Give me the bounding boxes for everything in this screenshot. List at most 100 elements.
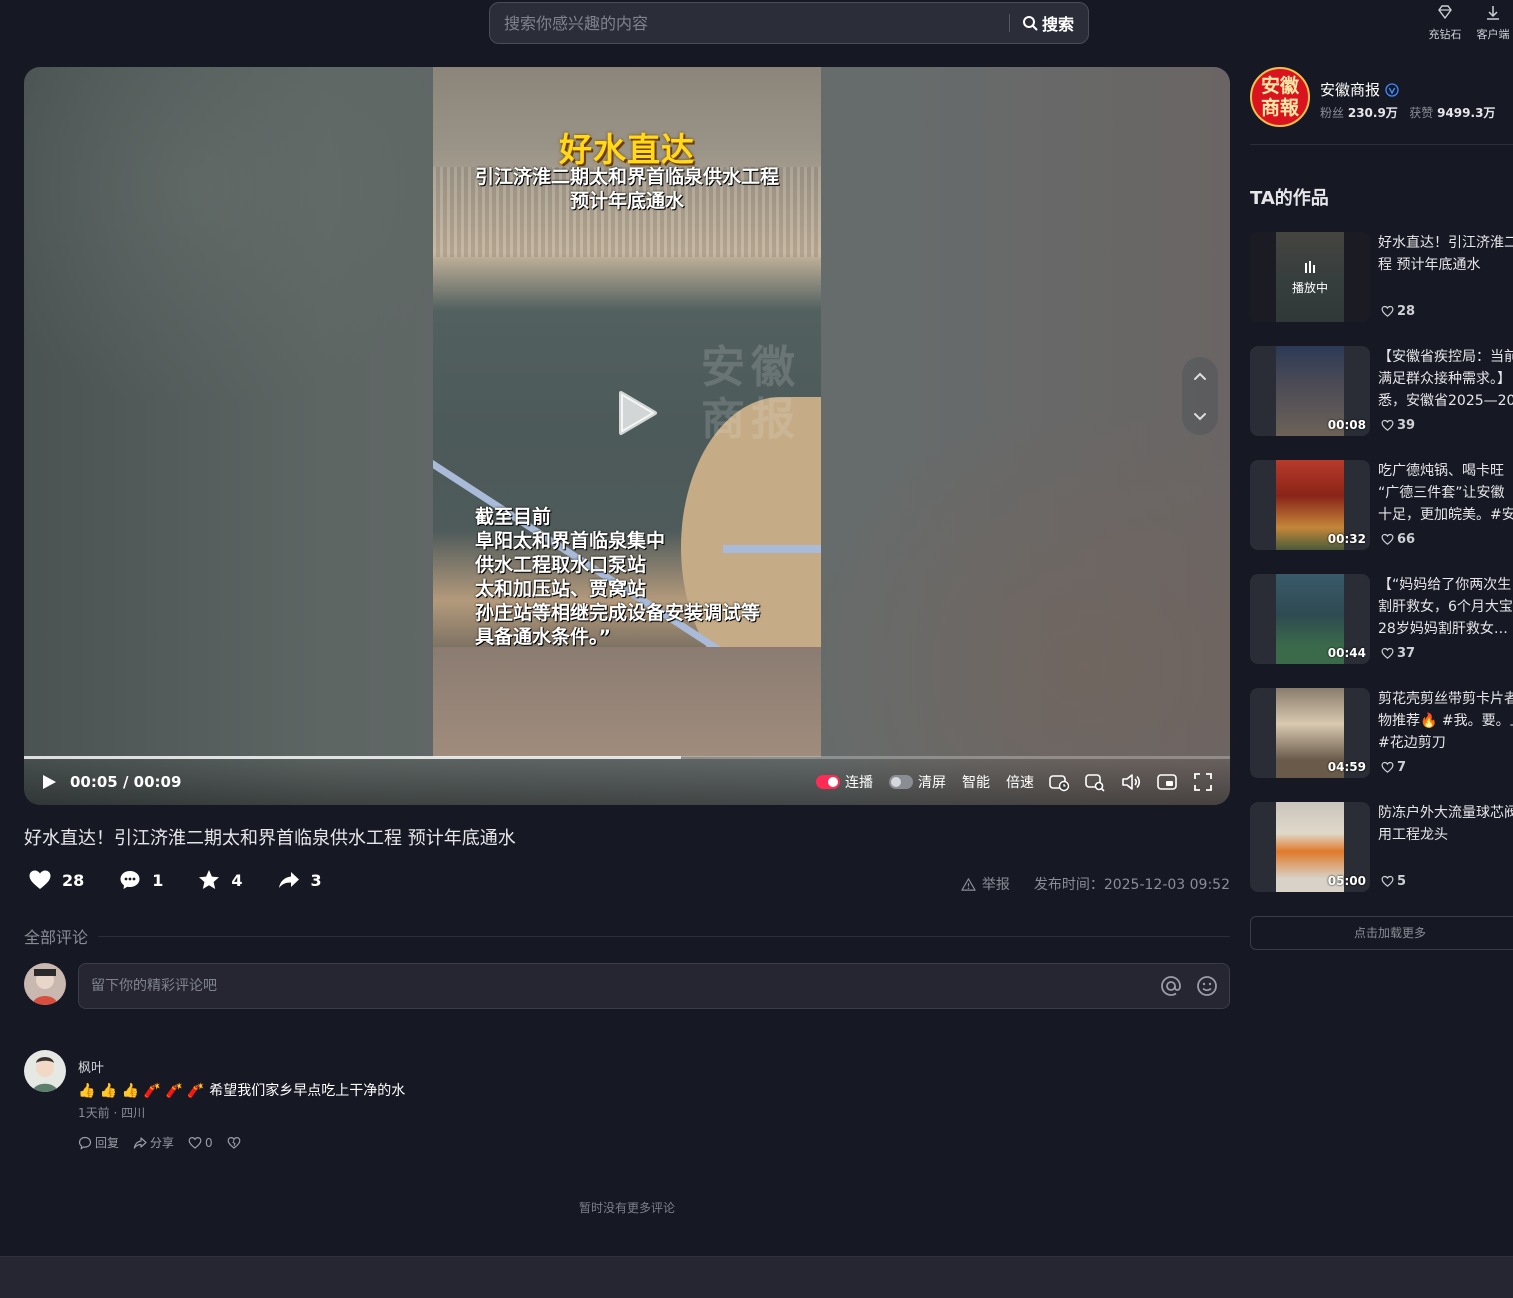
comment-input[interactable] <box>91 978 1147 994</box>
play-icon[interactable] <box>40 773 58 791</box>
overlay-subtitle-line-2: 预计年底通水 <box>569 190 684 212</box>
heart-icon <box>29 870 51 889</box>
heart-icon <box>1381 533 1394 545</box>
caption-line: 悉，安徽省2025—20 <box>1378 393 1513 409</box>
work-item[interactable]: 05:00 防冻户外大流量球芯阀 用工程龙头 5 <box>1250 802 1513 892</box>
work-item[interactable]: 00:08 【安徽省疾控局：当前 满足群众接种需求。】 悉，安徽省2025—20… <box>1250 346 1513 436</box>
smart-button[interactable]: 智能 <box>962 772 990 792</box>
caption-line: 好水直达！引江济淮二 <box>1378 235 1513 251</box>
work-caption: 【“妈妈给了你两次生 割肝救女，6个月大宝 28岁妈妈割肝救女… <box>1378 574 1513 640</box>
work-duration: 00:32 <box>1327 532 1366 546</box>
no-more-comments: 暂时没有更多评论 <box>578 1201 675 1215</box>
comment-like-button[interactable]: 0 <box>188 1134 213 1151</box>
fullscreen-icon[interactable] <box>1192 771 1214 793</box>
heart-icon <box>1381 305 1394 317</box>
reply-button[interactable]: 回复 <box>78 1134 119 1151</box>
caption-line: 防冻户外大流量球芯阀 <box>1378 805 1513 821</box>
caption-line: #花边剪刀 <box>1378 735 1446 751</box>
video-overlay-body: 截至目前 阜阳太和界首临泉集中 供水工程取水口泵站 太和加压站、贾窝站 孙庄站等… <box>475 505 760 647</box>
author-name-row[interactable]: 安徽商报 <box>1320 79 1399 100</box>
heart-icon <box>188 1136 202 1149</box>
post-meta: 举报 发布时间：2025-12-03 09:52 <box>961 874 1230 894</box>
sidebar: 安徽商報 安徽商报 粉丝 230.9万 获赞 9499.3万 TA的作品 播放中… <box>1250 67 1513 967</box>
work-likes: 28 <box>1381 304 1415 319</box>
favorite-count: 4 <box>231 870 243 890</box>
author-avatar[interactable]: 安徽商報 <box>1250 67 1310 127</box>
clear-screen-toggle[interactable]: 清屏 <box>889 772 946 792</box>
search-box: 搜索 <box>489 2 1089 44</box>
my-avatar[interactable] <box>24 963 66 1005</box>
chevron-down-icon[interactable] <box>1190 406 1210 426</box>
smart-label: 智能 <box>962 775 990 791</box>
work-thumbnail: 00:44 <box>1250 574 1370 664</box>
video-overlay-title: 好水直达 <box>559 130 695 169</box>
work-duration: 00:08 <box>1327 418 1366 432</box>
work-item[interactable]: 00:44 【“妈妈给了你两次生 割肝救女，6个月大宝 28岁妈妈割肝救女… 3… <box>1250 574 1513 664</box>
report-button[interactable]: 举报 <box>961 874 1010 894</box>
watermark-line-1: 安徽 <box>701 342 801 393</box>
avatar-image <box>24 1050 66 1092</box>
load-more-button[interactable]: 点击加载更多 <box>1250 916 1513 950</box>
work-caption: 防冻户外大流量球芯阀 用工程龙头 <box>1378 802 1513 846</box>
comment-dislike-button[interactable] <box>227 1134 241 1151</box>
favorite-button[interactable]: 4 <box>197 868 243 892</box>
commenter-avatar[interactable] <box>24 1050 66 1092</box>
heart-icon <box>1381 875 1394 887</box>
share-button[interactable]: 3 <box>277 868 322 892</box>
author-stats: 粉丝 230.9万 获赞 9499.3万 <box>1320 104 1495 121</box>
chevron-up-icon[interactable] <box>1190 367 1210 387</box>
speed-label: 倍速 <box>1006 775 1034 791</box>
comment-icon <box>120 871 140 889</box>
warning-icon <box>961 877 976 891</box>
now-playing-label: 播放中 <box>1291 280 1328 295</box>
caption-line: 满足群众接种需求。】 <box>1378 371 1511 387</box>
time-display: 00:05 / 00:09 <box>70 773 182 791</box>
watch-later-icon[interactable] <box>1048 771 1070 793</box>
work-likes: 37 <box>1381 646 1415 661</box>
speed-button[interactable]: 倍速 <box>1006 772 1034 792</box>
autoplay-toggle[interactable]: 连播 <box>816 772 873 792</box>
work-like-count: 7 <box>1397 760 1407 775</box>
search-input[interactable] <box>490 3 1009 43</box>
volume-icon[interactable] <box>1120 771 1142 793</box>
client-download-button[interactable]: 客户端 <box>1473 4 1513 42</box>
work-item[interactable]: 04:59 剪花壳剪丝带剪卡片者 物推荐🔥 #我。要。上。 #花边剪刀 7 <box>1250 688 1513 778</box>
overlay-body-line: 供水工程取水口泵站 <box>475 554 647 576</box>
work-item[interactable]: 播放中 好水直达！引江济淮二 程 预计年底通水 28 <box>1250 232 1513 322</box>
download-icon <box>1487 6 1499 20</box>
work-likes: 5 <box>1381 874 1406 889</box>
fans-count: 230.9万 <box>1347 106 1398 120</box>
top-actions: 充钻石 客户端 <box>1425 4 1513 42</box>
avatar-image <box>24 963 66 1005</box>
fans-label: 粉丝 <box>1320 106 1345 120</box>
search-button[interactable]: 搜索 <box>1010 11 1088 35</box>
video-player[interactable]: 安徽 商报 好水直达 引江济淮二期太和界首临泉供水工程 预计年底通水 截至目前 … <box>24 67 1230 805</box>
player-controls: 00:05 / 00:09 连播 清屏 智能 倍速 <box>24 759 1230 805</box>
emoji-icon[interactable] <box>1195 974 1219 998</box>
comment-button[interactable]: 1 <box>118 868 163 892</box>
watermark-line-2: 商报 <box>701 394 801 445</box>
big-play-icon[interactable] <box>607 385 663 441</box>
picture-search-icon[interactable] <box>1084 771 1106 793</box>
pip-icon[interactable] <box>1156 771 1178 793</box>
work-like-count: 66 <box>1397 532 1416 547</box>
footer-bar <box>0 1256 1513 1298</box>
comment-text: 👍 👍 👍 🧨 🧨 🧨 希望我们家乡早点吃上干净的水 <box>78 1083 406 1099</box>
video-frame-lower <box>433 647 821 757</box>
video-frame: 安徽 商报 好水直达 引江济淮二期太和界首临泉供水工程 预计年底通水 截至目前 … <box>433 67 821 647</box>
comment-share-button[interactable]: 分享 <box>133 1134 174 1151</box>
recharge-button[interactable]: 充钻石 <box>1425 4 1465 42</box>
caption-line: 十足，更加皖美。#安 <box>1378 507 1513 523</box>
mention-icon[interactable] <box>1159 974 1183 998</box>
like-button[interactable]: 28 <box>28 868 84 892</box>
work-thumbnail: 04:59 <box>1250 688 1370 778</box>
commenter-name[interactable]: 枫叶 <box>78 1057 104 1076</box>
caption-line: 物推荐🔥 #我。要。上。 <box>1378 713 1513 729</box>
work-item[interactable]: 00:32 吃广德炖锅、喝卡旺 “广德三件套”让安徽 十足，更加皖美。#安 66 <box>1250 460 1513 550</box>
share-icon <box>133 1136 147 1149</box>
top-bar: 搜索 充钻石 客户端 <box>0 0 1513 56</box>
comment-input-box <box>78 963 1230 1009</box>
comment-time: 1天前 · 四川 <box>78 1106 146 1120</box>
report-label: 举报 <box>981 877 1010 893</box>
caption-line: 【“妈妈给了你两次生 <box>1378 577 1512 593</box>
